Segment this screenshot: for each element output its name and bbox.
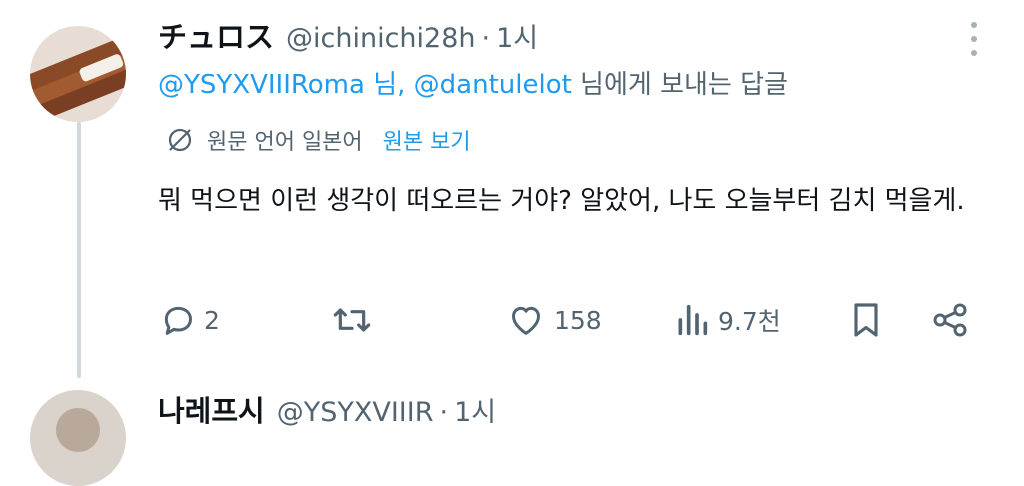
author-handle[interactable]: @ichinichi28h (286, 23, 476, 54)
translate-label: 원문 언어 일본어 (207, 130, 363, 155)
next-avatar[interactable] (30, 390, 126, 486)
mention-link[interactable]: @dantulelot (414, 70, 572, 100)
view-original-link[interactable]: 원본 보기 (383, 124, 471, 156)
mention-separator: , (397, 70, 414, 100)
share-button[interactable] (930, 296, 970, 344)
next-author-handle[interactable]: @YSYXVIIIR (277, 397, 434, 428)
retweet-button[interactable] (330, 296, 374, 344)
tweet-text: 뭐 먹으면 이런 생각이 떠오르는 거야? 알았어, 나도 오늘부터 김치 먹을… (158, 186, 965, 216)
replying-suffix: 님에게 보내는 답글 (571, 70, 788, 100)
like-button[interactable]: 158 (506, 296, 602, 344)
more-vertical-icon[interactable] (962, 22, 986, 56)
like-count: 158 (554, 305, 602, 335)
next-timestamp[interactable]: 1시 (454, 390, 496, 429)
translation-bar: 원문 언어 일본어 원본 보기 (165, 124, 471, 156)
reply-icon (164, 306, 192, 335)
thread-line (77, 122, 81, 378)
share-icon (933, 303, 967, 337)
timestamp[interactable]: 1시 (496, 16, 538, 55)
retweet-icon (333, 308, 371, 332)
next-author-name[interactable]: 나레프시 (158, 388, 265, 430)
mention-link[interactable]: @YSYXVIIIRoma 님 (158, 70, 397, 100)
next-tweet-header: 나레프시 @YSYXVIIIR · 1시 (158, 388, 496, 430)
tweet-header: チュロス @ichinichi28h · 1시 (158, 14, 538, 58)
views-button[interactable]: 9.7천 (674, 296, 781, 344)
views-icon (678, 304, 708, 336)
bookmark-icon (854, 303, 878, 337)
bookmark-button[interactable] (848, 296, 884, 344)
next-separator: · (439, 397, 449, 428)
next-avatar-image (30, 390, 126, 486)
author-name[interactable]: チュロス (158, 14, 274, 56)
reply-count: 2 (204, 305, 220, 335)
separator: · (481, 23, 491, 54)
reply-button[interactable]: 2 (158, 296, 220, 344)
like-icon (512, 306, 540, 335)
translate-icon (168, 128, 192, 152)
views-count: 9.7천 (718, 307, 781, 336)
action-bar: 2 158 9.7천 (158, 296, 978, 344)
replying-to: @YSYXVIIIRoma 님, @dantulelot 님에게 보내는 답글 (158, 64, 788, 101)
avatar-image (30, 26, 126, 122)
avatar[interactable] (30, 26, 126, 122)
